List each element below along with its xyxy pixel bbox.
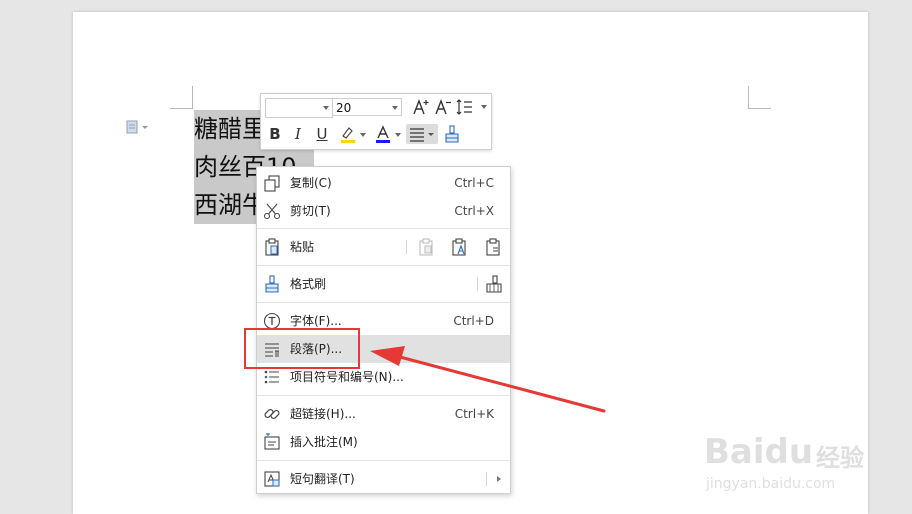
menu-item-label: 短句翻译(T) [290,472,355,486]
menu-item-label: 剪切(T) [290,204,331,218]
menu-item-label: 粘贴 [290,240,315,254]
menu-separator [257,265,510,266]
baidu-watermark: Baidu 经验 jingyan.baidu.com [704,432,874,496]
menu-item-translate[interactable]: 短句翻译(T) [257,465,510,493]
chevron-down-icon[interactable] [360,133,366,137]
paste-text-only-icon[interactable] [450,238,468,256]
menu-item-shortcut: Ctrl+X [454,204,494,218]
underline-button[interactable]: U [312,124,332,144]
menu-item-format-painter[interactable]: 格式刷 [257,270,510,298]
margin-corner-top-left [170,86,193,109]
menu-item-insert-comment[interactable]: 插入批注(M) [257,428,510,456]
bullets-icon [264,370,279,384]
paste-merge-icon[interactable] [484,238,502,256]
font-color-icon[interactable] [373,124,393,144]
doc-line-3[interactable]: 西湖牛 [194,186,262,224]
menu-item-cut[interactable]: 剪切(T) Ctrl+X [257,197,510,225]
menu-item-shortcut: Ctrl+C [454,176,494,190]
margin-corner-top-right [748,86,771,109]
line-spacing-icon[interactable] [455,97,475,117]
submenu-arrow-icon[interactable] [497,476,501,482]
menu-item-label: 超链接(H)... [290,407,356,421]
watermark-brand-cn: 经验 [816,444,864,472]
hyperlink-icon [264,408,280,420]
format-painter-icon [265,275,279,293]
divider [406,240,407,254]
menu-separator [257,302,510,303]
menu-item-shortcut: Ctrl+K [454,407,494,421]
watermark-url: jingyan.baidu.com [706,476,836,492]
italic-button[interactable]: I [288,124,308,144]
paragraph-marker-icon[interactable] [126,120,150,134]
highlight-icon[interactable] [338,124,358,144]
menu-item-hyperlink[interactable]: 超链接(H)... Ctrl+K [257,400,510,428]
menu-item-copy[interactable]: 复制(C) Ctrl+C [257,169,510,197]
font-size-select[interactable]: 20 [332,98,402,116]
copy-icon [264,175,280,192]
divider [486,472,487,486]
menu-item-label: 插入批注(M) [290,435,358,449]
format-painter-icon[interactable] [442,124,462,144]
bold-button[interactable]: B [265,124,285,144]
align-button[interactable] [406,124,438,144]
paste-icon [265,238,279,256]
menu-separator [257,460,510,461]
doc-line-1[interactable]: 糖醋里 [194,110,262,148]
menu-item-label: 格式刷 [290,277,327,291]
menu-item-shortcut: Ctrl+D [453,314,494,328]
annotation-highlight-box [244,328,360,369]
decrease-font-size-icon[interactable] [433,97,453,117]
menu-item-paste[interactable]: 粘贴 [257,233,510,261]
increase-font-size-icon[interactable] [411,97,431,117]
translate-icon [264,471,280,487]
chevron-down-icon [323,106,329,110]
chevron-down-icon [392,106,398,110]
menu-separator [257,395,510,396]
comment-icon [264,433,280,450]
watermark-brand: Baidu [704,432,814,472]
divider [477,277,478,291]
menu-item-label: 复制(C) [290,176,332,190]
cut-icon [263,203,281,220]
menu-separator [257,228,510,229]
font-size-value: 20 [336,101,352,115]
mini-toolbar: 20 B I U [260,93,492,150]
paste-keep-format-icon[interactable] [417,238,435,256]
format-painter-multi-icon[interactable] [485,275,503,293]
chevron-down-icon[interactable] [481,105,487,109]
chevron-down-icon[interactable] [395,133,401,137]
font-name-select[interactable] [265,98,333,118]
